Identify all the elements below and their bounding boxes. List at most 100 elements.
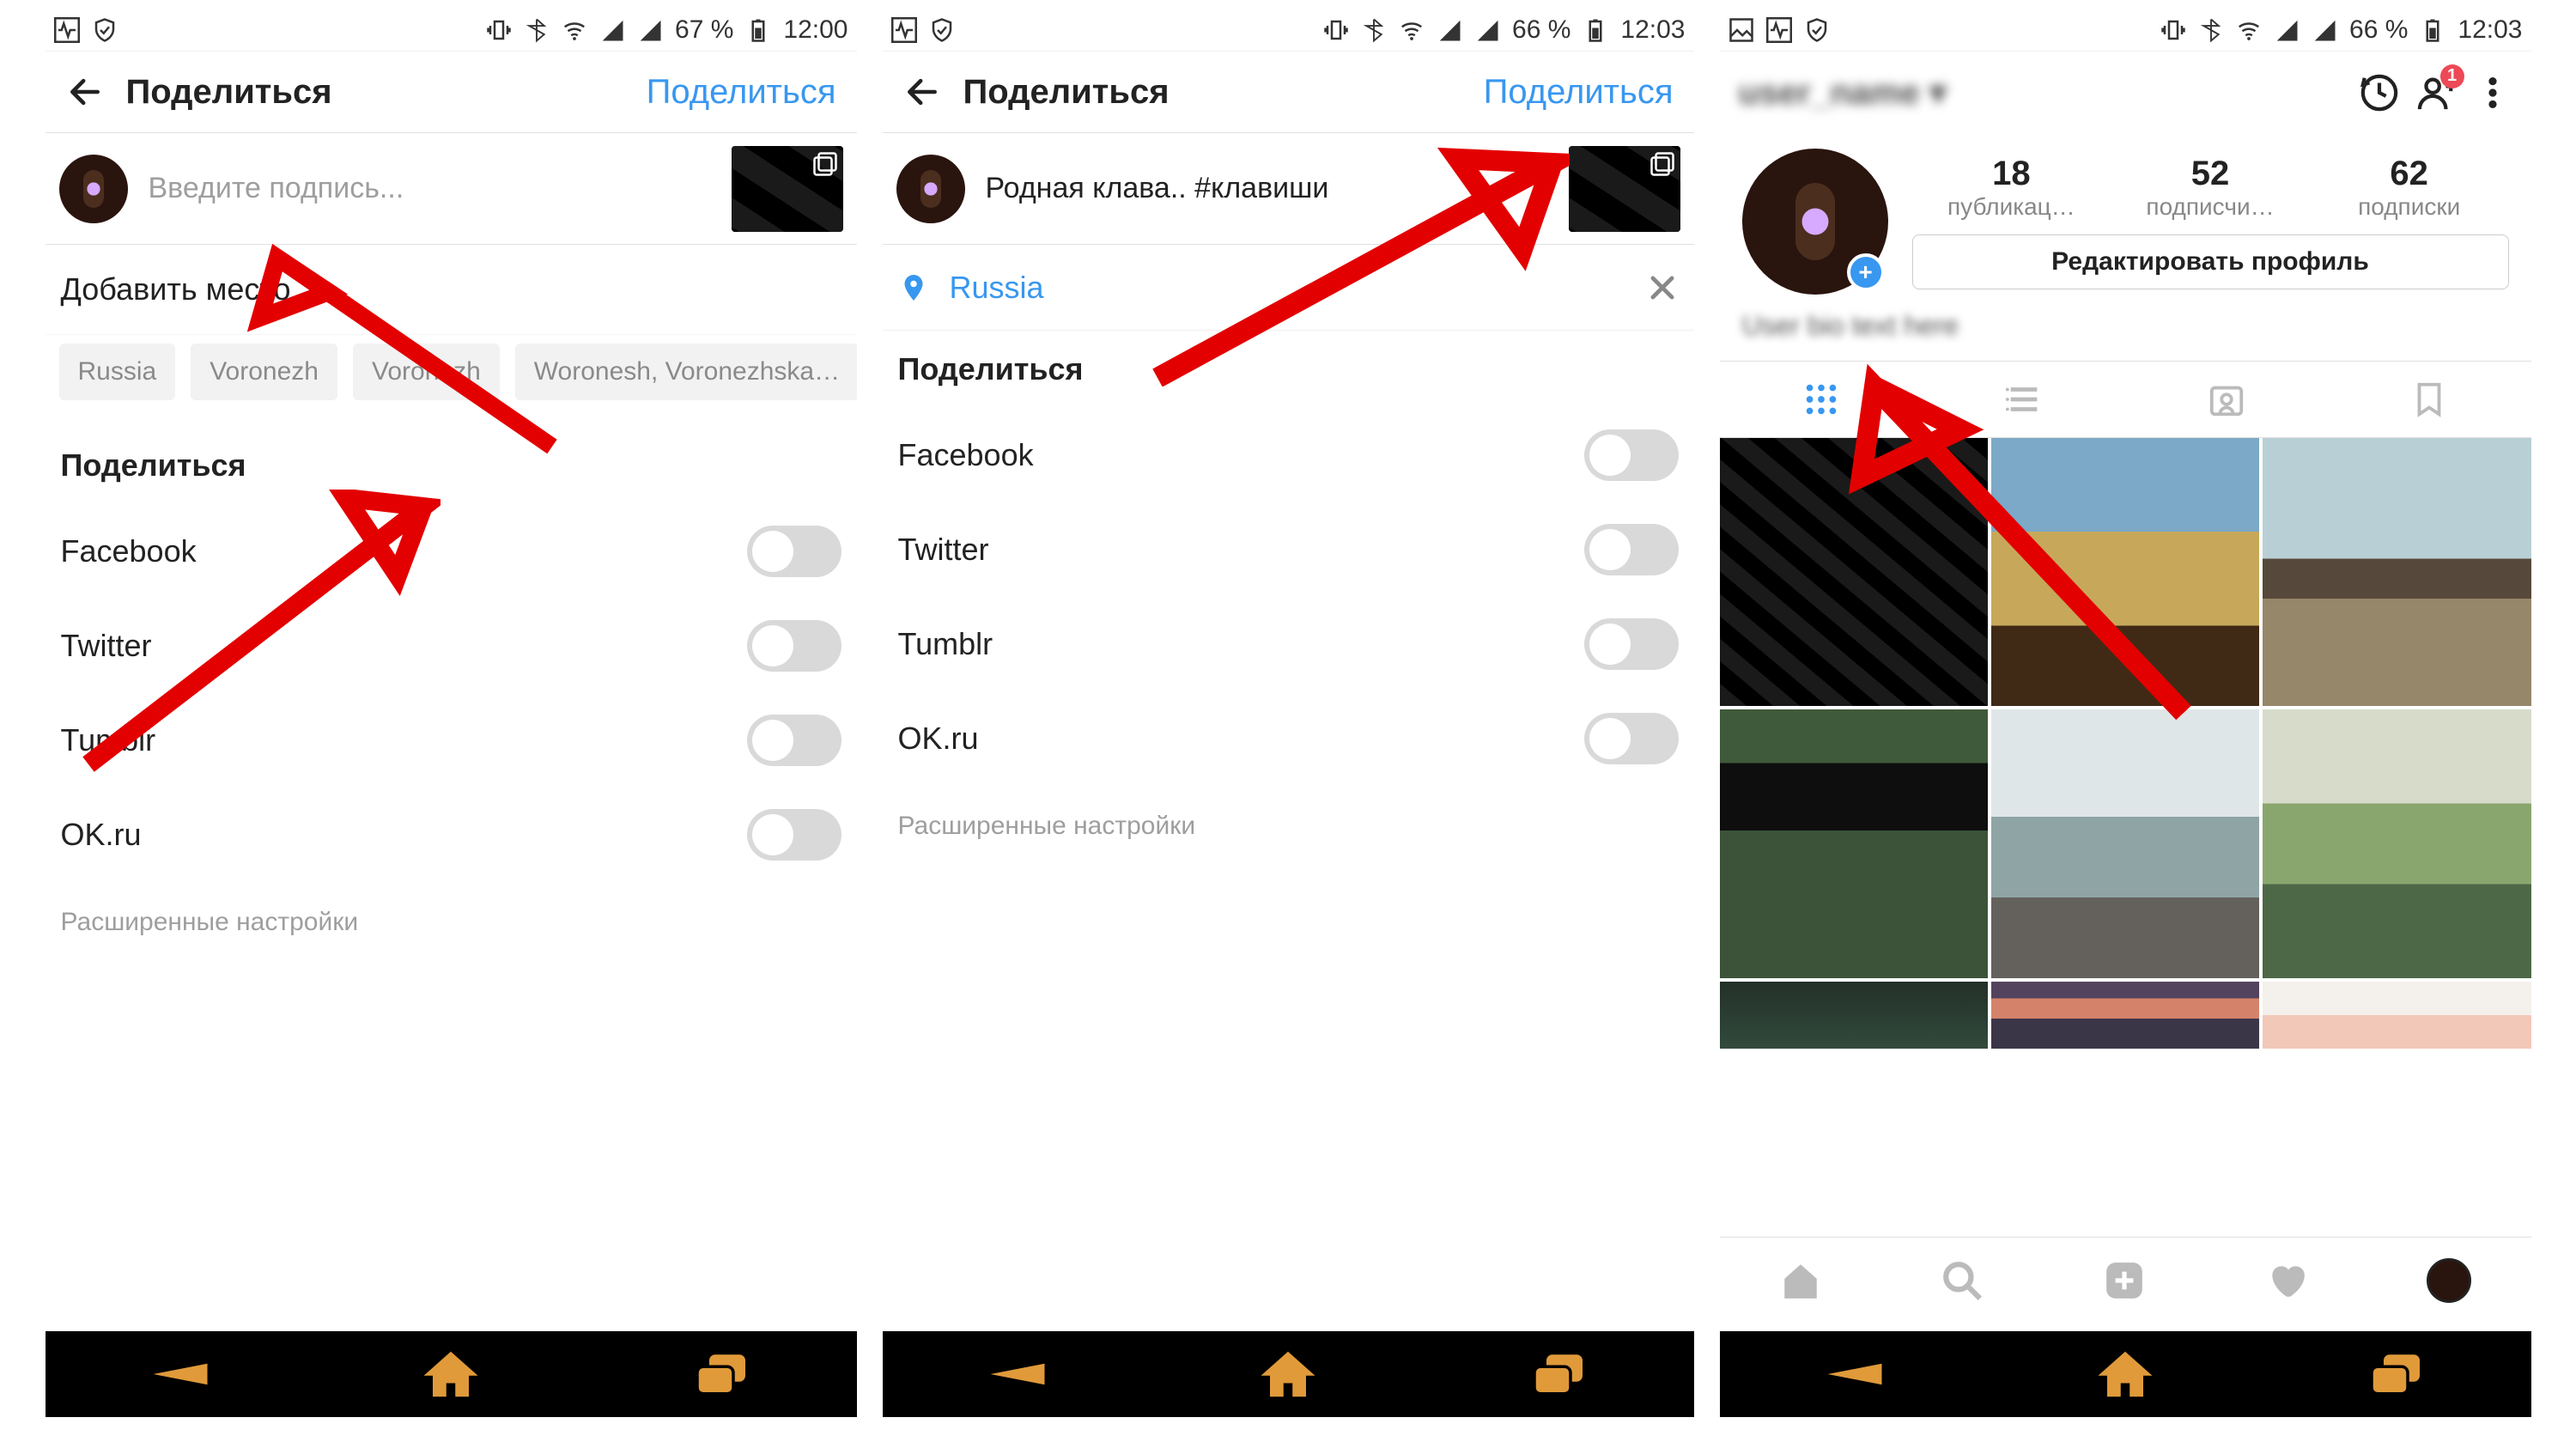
wifi-icon xyxy=(2236,17,2262,43)
nav-recent-icon[interactable] xyxy=(691,1348,751,1400)
back-arrow-icon[interactable] xyxy=(66,73,104,111)
toggle[interactable] xyxy=(747,715,841,766)
share-action[interactable]: Поделиться xyxy=(647,73,836,112)
post-thumbnail[interactable] xyxy=(1569,146,1680,232)
nav-back-icon[interactable] xyxy=(1825,1348,1885,1400)
location-chip[interactable]: Voronezh xyxy=(353,344,500,400)
share-label: OK.ru xyxy=(898,721,979,757)
toggle[interactable] xyxy=(1584,429,1679,481)
toggle[interactable] xyxy=(1584,713,1679,764)
battery-icon xyxy=(1583,17,1608,43)
add-story-icon[interactable]: + xyxy=(1847,253,1885,291)
profile-avatar[interactable]: + xyxy=(1742,149,1888,295)
caption-row: Родная клава.. #клавиши xyxy=(883,133,1694,245)
android-navbar xyxy=(46,1331,857,1417)
bluetooth-icon xyxy=(524,17,550,43)
stat-posts[interactable]: 18публикац… xyxy=(1912,155,2111,221)
search-icon[interactable] xyxy=(1941,1259,1984,1302)
toggle[interactable] xyxy=(747,620,841,672)
username-dropdown[interactable]: user_name ▾ xyxy=(1739,73,1947,113)
advanced-settings-link[interactable]: Расширенные настройки xyxy=(883,786,1694,867)
tab-list[interactable] xyxy=(1923,362,2125,437)
app-header: Поделиться Поделиться xyxy=(46,52,857,133)
location-text: Russia xyxy=(950,270,1625,306)
menu-dots-icon[interactable] xyxy=(2473,73,2512,113)
advanced-settings-link[interactable]: Расширенные настройки xyxy=(46,882,857,963)
share-label: Twitter xyxy=(898,532,989,568)
share-facebook[interactable]: Facebook xyxy=(883,408,1694,502)
tab-saved[interactable] xyxy=(2328,362,2530,437)
post-thumbnail[interactable] xyxy=(732,146,843,232)
share-tumblr[interactable]: Tumblr xyxy=(46,693,857,788)
post-cell[interactable] xyxy=(1991,709,2259,977)
post-cell[interactable] xyxy=(1991,982,2259,1049)
location-chip[interactable]: Woronesh, Voronezhska… xyxy=(515,344,857,400)
add-location-row[interactable]: Добавить место xyxy=(46,245,857,335)
multi-photo-icon xyxy=(1955,445,1981,471)
toggle[interactable] xyxy=(747,526,841,577)
archive-icon[interactable] xyxy=(2360,73,2399,113)
activity-heart-icon[interactable] xyxy=(2265,1259,2308,1302)
post-cell[interactable] xyxy=(1720,709,1988,977)
home-icon[interactable] xyxy=(1779,1259,1822,1302)
caption-input[interactable]: Родная клава.. #клавиши xyxy=(986,172,1548,205)
add-post-icon[interactable] xyxy=(2103,1259,2146,1302)
post-cell[interactable] xyxy=(1991,438,2259,706)
nav-home-icon[interactable] xyxy=(2095,1348,2155,1400)
post-cell[interactable] xyxy=(2263,709,2530,977)
back-arrow-icon[interactable] xyxy=(903,73,941,111)
selected-location-row[interactable]: Russia xyxy=(883,245,1694,331)
share-tumblr[interactable]: Tumblr xyxy=(883,597,1694,691)
stat-followers[interactable]: 52подписчи… xyxy=(2111,155,2310,221)
signal-icon-2 xyxy=(2312,17,2337,43)
share-okru[interactable]: OK.ru xyxy=(883,691,1694,786)
nav-back-icon[interactable] xyxy=(987,1348,1048,1400)
location-chip[interactable]: Voronezh xyxy=(191,344,337,400)
avatar[interactable] xyxy=(896,155,965,223)
nav-home-icon[interactable] xyxy=(421,1348,481,1400)
nav-recent-icon[interactable] xyxy=(2366,1348,2426,1400)
share-twitter[interactable]: Twitter xyxy=(46,599,857,693)
pulse-icon xyxy=(54,17,80,43)
tab-grid[interactable] xyxy=(1720,362,1923,437)
toggle[interactable] xyxy=(1584,524,1679,575)
clear-location-icon[interactable] xyxy=(1646,271,1679,304)
share-action[interactable]: Поделиться xyxy=(1484,73,1674,112)
share-okru[interactable]: OK.ru xyxy=(46,788,857,882)
tab-tagged[interactable] xyxy=(2125,362,2328,437)
nav-home-icon[interactable] xyxy=(1258,1348,1318,1400)
nav-back-icon[interactable] xyxy=(150,1348,210,1400)
toggle[interactable] xyxy=(747,809,841,861)
post-cell[interactable] xyxy=(2263,438,2530,706)
share-twitter[interactable]: Twitter xyxy=(883,502,1694,597)
location-pin-icon xyxy=(898,272,929,303)
avatar[interactable] xyxy=(59,155,128,223)
share-label: Tumblr xyxy=(61,722,156,758)
battery-icon xyxy=(2420,17,2445,43)
discover-people-icon[interactable]: 1 xyxy=(2416,73,2456,113)
vibrate-icon xyxy=(486,17,512,43)
app-header: Поделиться Поделиться xyxy=(883,52,1694,133)
profile-tab-icon[interactable] xyxy=(2427,1258,2471,1303)
location-chip[interactable]: Russia xyxy=(59,344,176,400)
header-title: Поделиться xyxy=(963,73,1461,112)
shield-icon xyxy=(1804,17,1830,43)
clock: 12:03 xyxy=(2458,15,2522,45)
edit-profile-button[interactable]: Редактировать профиль xyxy=(1912,234,2509,289)
post-cell[interactable] xyxy=(1720,438,1988,706)
share-label: Facebook xyxy=(61,533,197,569)
post-cell[interactable] xyxy=(2263,982,2530,1049)
multi-photo-icon xyxy=(1649,151,1675,177)
pulse-icon xyxy=(891,17,917,43)
toggle[interactable] xyxy=(1584,618,1679,670)
phone-3-profile: 66 % 12:03 user_name ▾ 1 + 18публикац… 5… xyxy=(1720,9,2531,1417)
stat-following[interactable]: 62подписки xyxy=(2310,155,2509,221)
post-cell[interactable] xyxy=(1720,982,1988,1049)
nav-recent-icon[interactable] xyxy=(1528,1348,1589,1400)
share-facebook[interactable]: Facebook xyxy=(46,504,857,599)
caption-input[interactable] xyxy=(149,172,711,205)
share-label: Facebook xyxy=(898,437,1034,473)
profile-header: user_name ▾ 1 xyxy=(1720,52,2531,133)
stat-label: подписчи… xyxy=(2111,193,2310,221)
clock: 12:03 xyxy=(1620,15,1685,45)
